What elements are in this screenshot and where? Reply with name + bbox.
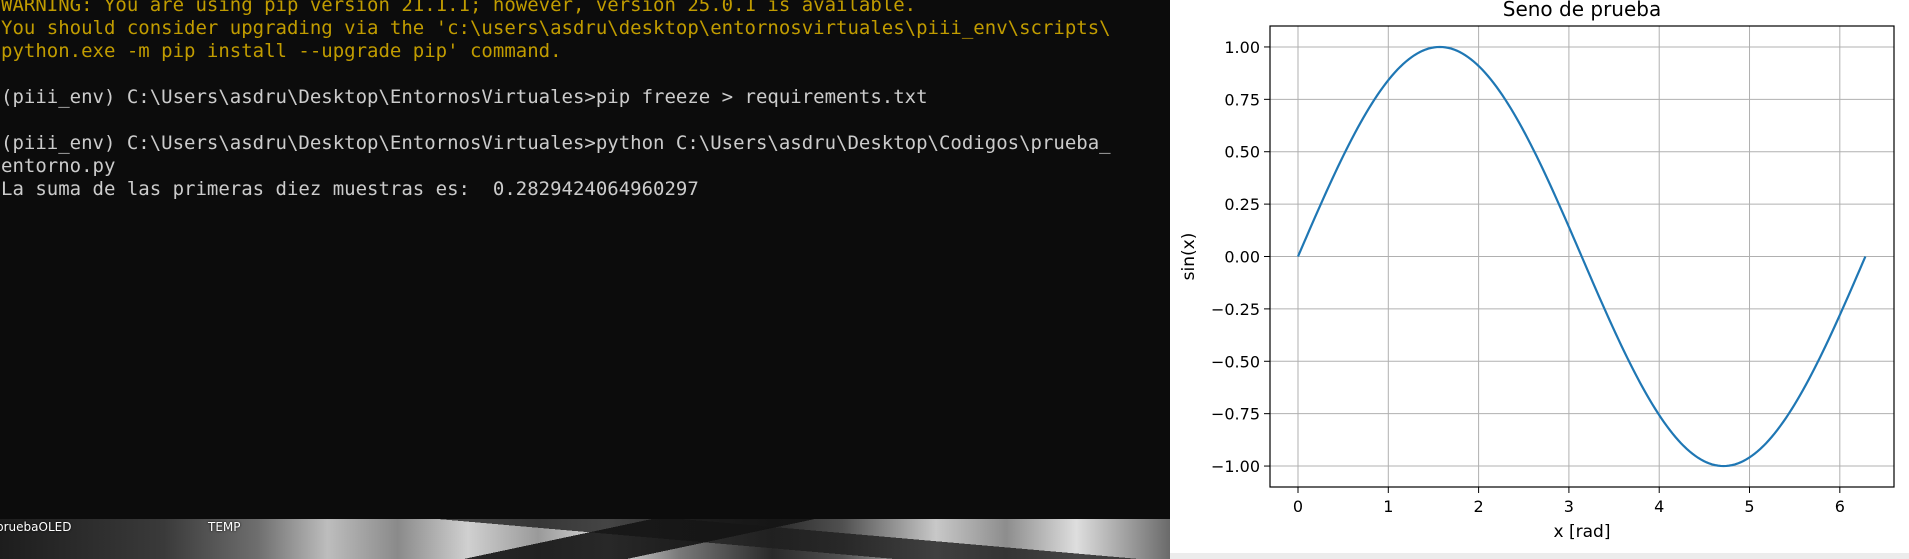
- terminal-line: (piii_env) C:\Users\asdru\Desktop\Entorn…: [1, 132, 1111, 154]
- terminal-warning-line: python.exe -m pip install --upgrade pip'…: [1, 40, 562, 62]
- terminal-output: WARNING: You are using pip version 21.1.…: [1, 0, 1111, 201]
- y-tick-label: −1.00: [1211, 457, 1260, 476]
- x-tick-label: 4: [1654, 497, 1664, 516]
- y-tick-label: 1.00: [1224, 38, 1260, 57]
- terminal-warning-line: WARNING: You are using pip version 21.1.…: [1, 0, 917, 16]
- desktop-icon-label[interactable]: TEMP: [208, 519, 241, 535]
- y-tick-label: 0.25: [1224, 195, 1260, 214]
- x-axis-label: x [rad]: [1554, 522, 1611, 542]
- plot-window: 0 1 2 3 4 5 6 1.00 0.75 0.50 0.25 0.00 −0.25 −0.50 −0.…: [1170, 0, 1909, 559]
- y-tick-label: −0.75: [1211, 405, 1260, 424]
- x-tick-label: 0: [1293, 497, 1303, 516]
- terminal-line: (piii_env) C:\Users\asdru\Desktop\Entorn…: [1, 86, 928, 108]
- chart-title: Seno de prueba: [1503, 0, 1661, 21]
- x-tick-label: 1: [1383, 497, 1393, 516]
- terminal-window[interactable]: WARNING: You are using pip version 21.1.…: [0, 0, 1170, 519]
- desktop-wallpaper: pruebaOLED TEMP: [0, 519, 1170, 559]
- x-tick-label: 3: [1564, 497, 1574, 516]
- figure-toolbar: [1170, 553, 1909, 559]
- x-tick-label: 6: [1835, 497, 1845, 516]
- x-tick-label: 2: [1474, 497, 1484, 516]
- y-tick-label: 0.50: [1224, 143, 1260, 162]
- sine-chart: 0 1 2 3 4 5 6 1.00 0.75 0.50 0.25 0.00 −0.25 −0.50 −0.…: [1179, 0, 1895, 542]
- terminal-warning-line: You should consider upgrading via the 'c…: [1, 17, 1111, 39]
- terminal-line: entorno.py: [1, 155, 116, 177]
- y-tick-label: −0.25: [1211, 300, 1260, 319]
- y-axis-label: sin(x): [1179, 233, 1199, 281]
- x-tick-label: 5: [1744, 497, 1754, 516]
- y-tick-label: 0.75: [1224, 90, 1260, 109]
- y-tick-label: 0.00: [1224, 248, 1260, 267]
- terminal-line: La suma de las primeras diez muestras es…: [1, 178, 699, 200]
- y-tick-label: −0.50: [1211, 352, 1260, 371]
- desktop-icon-label[interactable]: pruebaOLED: [0, 519, 71, 535]
